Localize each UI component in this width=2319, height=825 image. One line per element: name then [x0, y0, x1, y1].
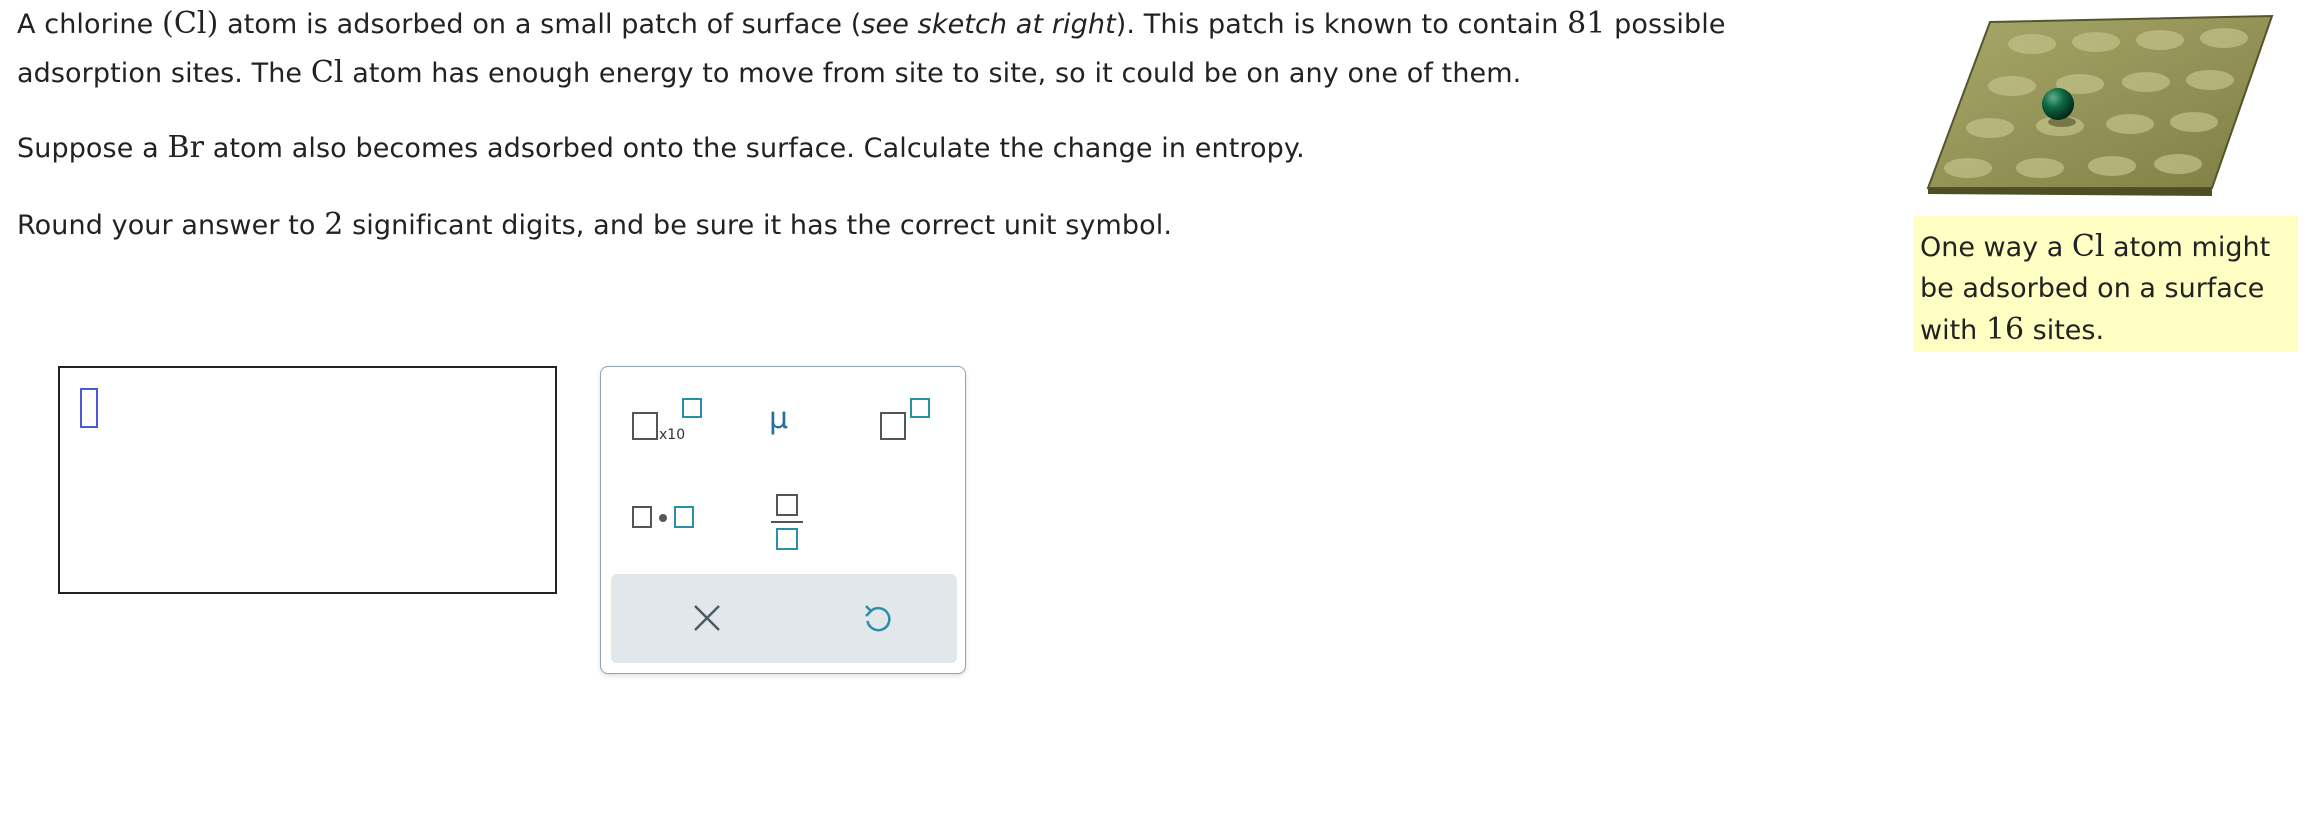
site-count: 81	[1567, 6, 1606, 41]
sketch-reference: see sketch at right	[861, 9, 1116, 40]
question-paragraph-2: Suppose a Br atom also becomes adsorbed …	[17, 124, 1305, 173]
micro-prefix-button[interactable]: μ	[769, 401, 788, 436]
palette-action-bar	[611, 574, 957, 663]
scientific-notation-button[interactable]: x10	[631, 397, 711, 447]
significant-digits: 2	[324, 207, 344, 242]
question-text: significant digits, and be sure it has t…	[343, 210, 1173, 241]
superscript-button[interactable]	[879, 397, 939, 447]
clear-button[interactable]	[691, 602, 723, 634]
mu-label: μ	[769, 401, 789, 436]
bromine-symbol: Br	[167, 130, 205, 165]
fraction-button[interactable]	[771, 493, 805, 553]
math-palette: x10 μ	[600, 366, 966, 674]
question-text: ). This patch is known to contain	[1115, 9, 1568, 40]
question-text: atom has enough energy to move from site…	[343, 58, 1522, 89]
answer-input[interactable]	[58, 366, 557, 594]
sketch-caption: One way a Cl atom might be adsorbed on a…	[1914, 216, 2298, 352]
adsorbed-atom	[2042, 88, 2074, 120]
question-paragraph-3: Round your answer to 2 significant digit…	[17, 201, 1172, 250]
input-cursor	[80, 388, 98, 428]
question-text: atom also becomes adsorbed onto the surf…	[204, 133, 1305, 164]
close-icon	[694, 605, 720, 631]
x10-label: x10	[659, 427, 685, 443]
question-text: A chlorine	[17, 9, 163, 40]
caption-site-count: 16	[1985, 312, 2025, 347]
surface-sketch	[1920, 12, 2280, 198]
question-text: Round your answer to	[17, 210, 325, 241]
question-text: Suppose a	[17, 133, 168, 164]
caption-text: sites.	[2024, 315, 2105, 346]
chlorine-symbol: Cl	[2071, 229, 2105, 264]
multiply-dot-button[interactable]	[631, 503, 701, 533]
undo-button[interactable]	[861, 602, 895, 636]
undo-icon	[865, 605, 891, 632]
question-text: atom is adsorbed on a small patch of sur…	[218, 9, 862, 40]
caption-text: One way a	[1920, 232, 2072, 263]
question-paragraph-1: A chlorine (Cl) atom is adsorbed on a sm…	[17, 0, 1877, 98]
chlorine-symbol: (Cl)	[162, 6, 219, 41]
chlorine-symbol: Cl	[310, 55, 344, 90]
